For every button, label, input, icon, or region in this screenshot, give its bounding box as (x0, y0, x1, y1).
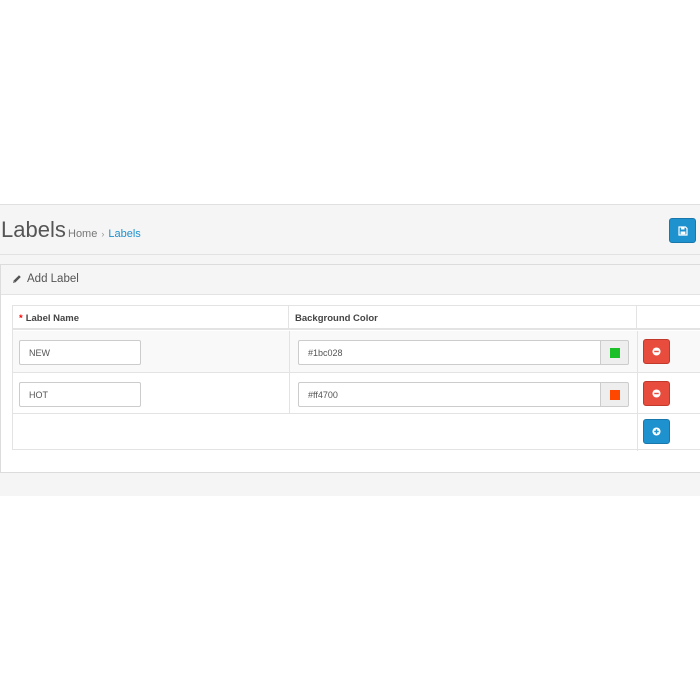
cell-divider (289, 373, 290, 413)
color-swatch (609, 389, 620, 400)
labels-page: Labels Home › Labels Add Label * Label Name… (0, 204, 700, 496)
minus-circle-icon (652, 347, 661, 356)
background-color-input[interactable]: #ff4700 (298, 382, 601, 407)
color-swatch (609, 347, 620, 358)
color-picker-addon[interactable] (600, 340, 629, 365)
table-row: HOT #ff4700 (13, 373, 700, 414)
cell-divider (637, 373, 638, 413)
pencil-icon (13, 275, 21, 283)
breadcrumb-separator: › (101, 229, 105, 239)
labels-table: * Label Name Background Color NEW #1bc028 (12, 305, 700, 451)
background-color-input[interactable]: #1bc028 (298, 340, 601, 365)
breadcrumb-current[interactable]: Labels (108, 228, 140, 240)
cell-divider (637, 414, 638, 451)
cell-divider (289, 331, 290, 372)
column-label-name: Label Name (25, 313, 80, 324)
save-icon (677, 225, 688, 236)
cell-divider (637, 331, 638, 372)
add-row (13, 414, 700, 451)
remove-row-button[interactable] (643, 381, 670, 406)
label-name-input[interactable]: HOT (19, 382, 141, 407)
label-name-input[interactable]: NEW (19, 340, 141, 365)
add-label-button[interactable] (643, 419, 670, 444)
required-mark: * (19, 313, 23, 324)
column-header-background-color: Background Color (289, 306, 637, 330)
color-picker-addon[interactable] (600, 382, 629, 407)
column-header-label-name: * Label Name (13, 306, 289, 330)
page-title: Labels (1, 217, 66, 242)
save-button[interactable] (669, 218, 696, 243)
add-label-panel: Add Label * Label Name Background Color N… (0, 264, 700, 473)
panel-heading: Add Label (1, 265, 700, 295)
minus-circle-icon (652, 389, 661, 398)
page-header: Labels Home › Labels (0, 205, 700, 255)
panel-title: Add Label (27, 273, 79, 285)
plus-circle-icon (652, 427, 661, 436)
column-header-actions (637, 306, 700, 330)
remove-row-button[interactable] (643, 339, 670, 364)
breadcrumb-home[interactable]: Home (68, 228, 97, 240)
table-row: NEW #1bc028 (13, 331, 700, 373)
breadcrumb: Home › Labels (68, 228, 141, 240)
